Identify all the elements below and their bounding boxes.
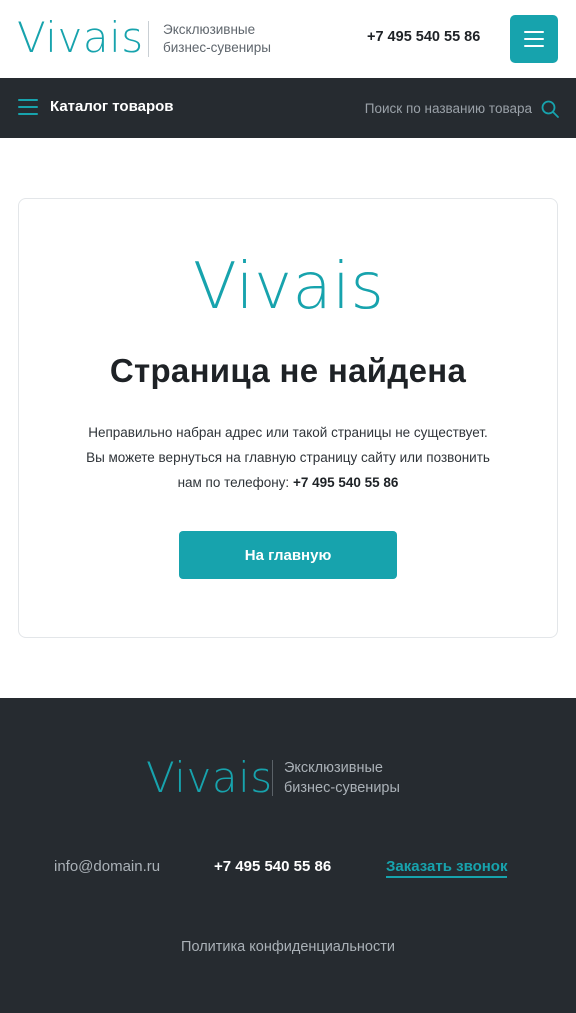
- menu-button[interactable]: [510, 15, 558, 63]
- privacy-policy-link[interactable]: Политика конфиденциальности: [0, 939, 576, 955]
- callback-link[interactable]: Заказать звонок: [386, 858, 508, 878]
- home-button[interactable]: На главную: [179, 531, 397, 579]
- error-message-line1: Неправильно набран адрес или такой стран…: [88, 425, 488, 440]
- footer-tagline-line2: бизнес-сувениры: [284, 780, 400, 796]
- error-phone-link[interactable]: +7 495 540 55 86: [293, 475, 398, 490]
- error-card-logo: Vivais: [193, 250, 385, 324]
- header-logo-divider: [148, 21, 149, 57]
- error-message: Неправильно набран адрес или такой стран…: [56, 420, 520, 495]
- hamburger-menu-icon: [524, 31, 544, 33]
- footer: [0, 698, 576, 1013]
- header-tagline: Эксклюзивные бизнес-сувениры: [163, 21, 303, 57]
- footer-email-link[interactable]: info@domain.ru: [54, 858, 160, 875]
- catalog-label: Каталог товаров: [50, 98, 174, 115]
- header-logo[interactable]: Vivais: [17, 17, 144, 59]
- search-input[interactable]: [300, 96, 532, 120]
- header-tagline-line1: Эксклюзивные: [163, 22, 256, 37]
- header-tagline-line2: бизнес-сувениры: [163, 40, 271, 55]
- footer-phone-link[interactable]: +7 495 540 55 86: [214, 858, 331, 875]
- nav-bar: Каталог товаров: [0, 78, 576, 138]
- footer-logo-divider: [272, 760, 273, 796]
- search-icon[interactable]: [540, 99, 560, 119]
- top-header: Vivais Эксклюзивные бизнес-сувениры +7 4…: [0, 0, 576, 78]
- hamburger-menu-icon-bar: [524, 45, 544, 47]
- error-message-line2: Вы можете вернуться на главную страницу …: [86, 450, 490, 465]
- footer-logo[interactable]: Vivais: [146, 757, 273, 799]
- page-title: Страница не найдена: [109, 352, 467, 389]
- error-message-line3: нам по телефону:: [177, 475, 290, 490]
- footer-tagline: Эксклюзивные бизнес-сувениры: [284, 758, 444, 798]
- header-phone-link[interactable]: +7 495 540 55 86: [367, 29, 480, 45]
- footer-tagline-line1: Эксклюзивные: [284, 760, 383, 776]
- hamburger-menu-icon-bar: [524, 38, 544, 40]
- catalog-hamburger-icon: [18, 99, 38, 115]
